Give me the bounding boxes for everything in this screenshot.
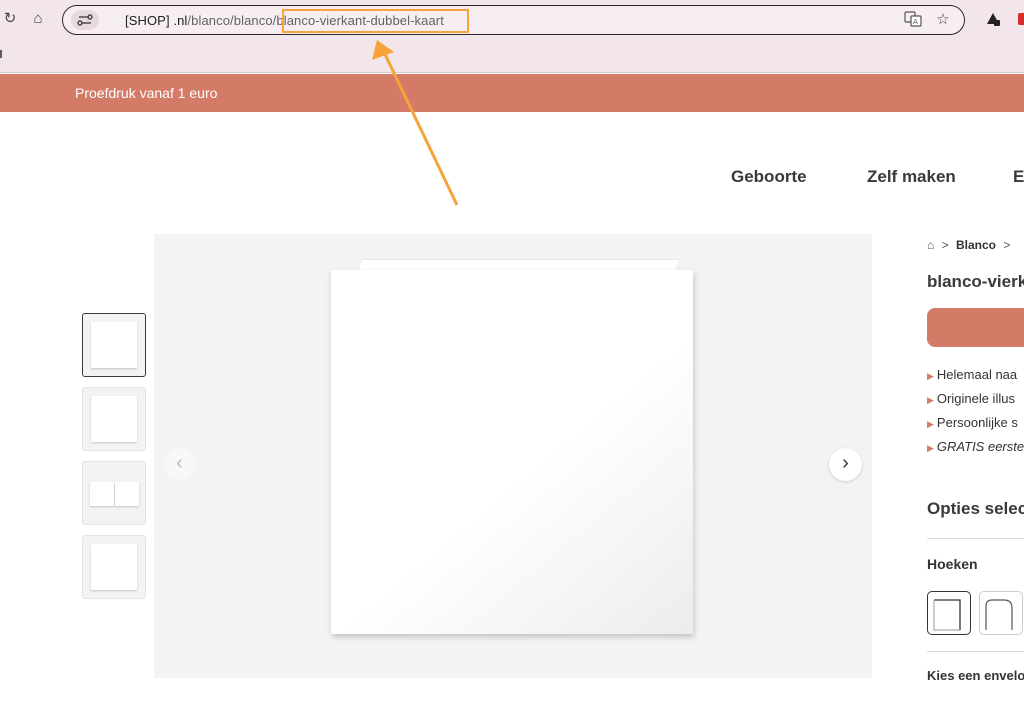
star-icon[interactable]: ☆ xyxy=(933,10,953,30)
corner-option-square[interactable] xyxy=(927,591,971,635)
gallery-thumbnail-3[interactable] xyxy=(82,461,146,525)
corners-label: Hoeken xyxy=(927,556,978,572)
thumbnail-card-image xyxy=(91,544,137,590)
breadcrumb-item-blanco[interactable]: Blanco xyxy=(956,238,996,252)
toolbar-divider xyxy=(0,72,1024,73)
usp-text: GRATIS eerste xyxy=(936,439,1024,454)
usp-item: ▶ Helemaal naa xyxy=(927,363,1024,387)
reload-icon[interactable]: ↻ xyxy=(0,9,20,29)
thumbnail-card-image xyxy=(91,322,137,368)
extension-red-icon[interactable] xyxy=(1012,9,1024,29)
card-front-panel xyxy=(331,270,693,634)
thumbnail-card-image xyxy=(91,396,137,442)
breadcrumb-separator: > xyxy=(1003,238,1011,252)
breadcrumb: ⌂ > Blanco > xyxy=(927,238,1010,252)
bullet-triangle-icon: ▶ xyxy=(927,443,934,453)
divider xyxy=(927,651,1024,652)
gallery-thumbnail-4[interactable] xyxy=(82,535,146,599)
envelope-label: Kies een envelo xyxy=(927,668,1024,683)
promo-bar: Proefdruk vanaf 1 euro xyxy=(0,74,1024,112)
address-bar[interactable]: [SHOP] .nl/blanco/blanco/blanco-vierkant… xyxy=(62,5,965,35)
carousel-next-button[interactable]: › xyxy=(829,448,862,481)
nav-item-zelf-maken[interactable]: Zelf maken xyxy=(867,167,956,187)
annotation-arrow xyxy=(372,40,459,206)
nav-item-partial[interactable]: E xyxy=(1013,167,1024,187)
bookmark-bar-marker xyxy=(0,50,2,58)
usp-text: Originele illus xyxy=(936,391,1015,406)
usp-item: ▶ GRATIS eerste xyxy=(927,435,1024,459)
corner-option-rounded[interactable] xyxy=(979,591,1023,635)
url-domain: [SHOP] .nl xyxy=(125,13,188,28)
breadcrumb-home-icon[interactable]: ⌂ xyxy=(927,238,934,252)
bullet-triangle-icon: ▶ xyxy=(927,371,934,381)
carousel-prev-button[interactable]: ‹ xyxy=(163,448,196,481)
usp-text: Persoonlijke s xyxy=(936,415,1018,430)
usp-item: ▶ Persoonlijke s xyxy=(927,411,1024,435)
site-settings-icon[interactable] xyxy=(71,10,99,30)
translate-icon[interactable]: A xyxy=(903,10,923,30)
home-icon[interactable]: ⌂ xyxy=(28,9,48,29)
product-title: blanco-vierk xyxy=(927,272,1024,291)
url-path: /blanco/blanco/ xyxy=(187,13,277,28)
page-root: ↻ ⌂ [SHOP] .nl/blanco/blanco/blanco-vier… xyxy=(0,0,1024,721)
thumbnail-open-card-left xyxy=(90,482,114,506)
extension-icon[interactable] xyxy=(983,9,1003,29)
gallery-thumbnail-2[interactable] xyxy=(82,387,146,451)
options-heading: Opties selec xyxy=(927,499,1024,518)
breadcrumb-separator: > xyxy=(941,238,949,252)
thumbnail-open-card-right xyxy=(115,482,139,506)
usp-text: Helemaal naa xyxy=(936,367,1018,382)
browser-toolbar: ↻ ⌂ [SHOP] .nl/blanco/blanco/blanco-vier… xyxy=(0,0,1024,72)
divider xyxy=(927,538,1024,539)
gallery-thumbnail-1[interactable] xyxy=(82,313,146,377)
promo-text[interactable]: Proefdruk vanaf 1 euro xyxy=(75,85,217,101)
bullet-triangle-icon: ▶ xyxy=(927,419,934,429)
usp-item: ▶ Originele illus xyxy=(927,387,1024,411)
usp-list: ▶ Helemaal naa ▶ Originele illus ▶ Persoonl… xyxy=(927,363,1024,459)
bullet-triangle-icon: ▶ xyxy=(927,395,934,405)
nav-item-geboorte[interactable]: Geboorte xyxy=(731,167,807,187)
design-button[interactable] xyxy=(927,308,1024,347)
svg-text:A: A xyxy=(913,18,918,26)
